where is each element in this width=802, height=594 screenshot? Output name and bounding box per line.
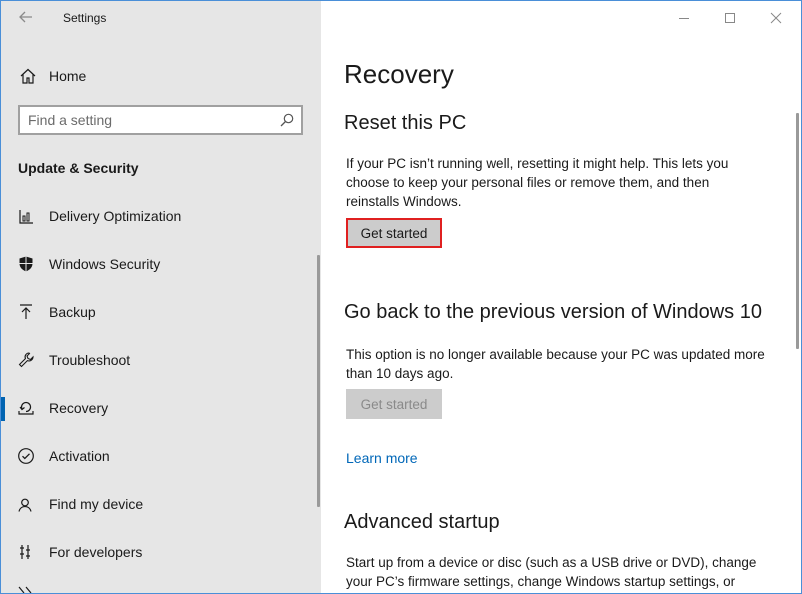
- reset-heading: Reset this PC: [344, 112, 467, 134]
- main-content: Recovery Reset this PC If your PC isn’t …: [321, 1, 801, 593]
- recovery-icon: [18, 401, 34, 415]
- reset-description-line: choose to keep your personal files or re…: [346, 175, 710, 190]
- close-button[interactable]: [753, 1, 799, 35]
- wrench-icon: [18, 352, 34, 368]
- sidebar-item-backup[interactable]: Backup: [1, 293, 321, 331]
- reset-description: If your PC isn’t running well, resetting…: [346, 154, 728, 211]
- back-button[interactable]: [15, 9, 37, 27]
- sidebar-item-for-developers[interactable]: For developers: [1, 533, 321, 571]
- sidebar-item-label: Delivery Optimization: [49, 208, 182, 224]
- selection-indicator: [1, 397, 5, 421]
- advanced-startup-heading: Advanced startup: [344, 511, 500, 533]
- sidebar-item-label: Backup: [49, 304, 96, 320]
- backup-arrow-icon: [20, 304, 32, 319]
- go-back-description: This option is no longer available becau…: [346, 345, 765, 383]
- delivery-optimization-icon: [19, 210, 33, 224]
- search-input[interactable]: [28, 111, 268, 129]
- reset-description-line: reinstalls Windows.: [346, 194, 462, 209]
- main-scrollbar[interactable]: [796, 113, 799, 349]
- sidebar-item-label: Troubleshoot: [49, 352, 131, 368]
- sidebar-item-activation[interactable]: Activation: [1, 437, 321, 475]
- sidebar-item-windows-security[interactable]: Windows Security: [1, 245, 321, 283]
- go-back-heading: Go back to the previous version of Windo…: [344, 301, 762, 323]
- minimize-icon: [679, 18, 689, 19]
- sidebar-scrollbar[interactable]: [317, 255, 320, 507]
- advanced-startup-description: Start up from a device or disc (such as …: [346, 553, 756, 591]
- window-controls: [661, 1, 801, 35]
- home-label: Home: [49, 68, 87, 84]
- title-bar: Settings: [1, 1, 321, 35]
- search-box[interactable]: [18, 105, 303, 135]
- advanced-description-line: Start up from a device or disc (such as …: [346, 555, 757, 570]
- settings-window: Settings Home Update & Security Delivery…: [0, 0, 802, 594]
- find-device-icon: [18, 498, 32, 512]
- minimize-button[interactable]: [661, 1, 707, 35]
- sidebar: Settings Home Update & Security Delivery…: [1, 1, 321, 593]
- go-back-description-line: This option is no longer available becau…: [346, 347, 765, 362]
- app-title: Settings: [63, 11, 107, 25]
- go-back-description-line: than 10 days ago.: [346, 366, 454, 381]
- page-title: Recovery: [344, 59, 454, 89]
- sidebar-item-find-my-device[interactable]: Find my device: [1, 485, 321, 523]
- sidebar-item-label: For developers: [49, 544, 143, 560]
- activation-check-icon: [18, 448, 34, 464]
- close-icon: [770, 12, 782, 24]
- shield-icon: [19, 256, 33, 272]
- advanced-description-line: your PC’s firmware settings, change Wind…: [346, 574, 736, 589]
- section-title: Update & Security: [18, 160, 139, 176]
- home-nav-item[interactable]: Home: [1, 61, 321, 91]
- learn-more-link[interactable]: Learn more: [346, 450, 418, 466]
- sidebar-item-label: Recovery: [49, 400, 109, 416]
- sidebar-item-delivery-optimization[interactable]: Delivery Optimization: [1, 197, 321, 235]
- search-icon[interactable]: [279, 112, 295, 128]
- sidebar-item-label: Windows Security: [49, 256, 161, 272]
- go-back-get-started-button: Get started: [346, 389, 442, 419]
- sidebar-item-label: Activation: [49, 448, 110, 464]
- sidebar-item-label: Find my device: [49, 496, 144, 512]
- maximize-button[interactable]: [707, 1, 753, 35]
- developer-tools-icon: [20, 545, 30, 559]
- home-icon: [20, 68, 36, 84]
- maximize-icon: [725, 13, 735, 23]
- reset-get-started-button[interactable]: Get started: [346, 218, 442, 248]
- reset-description-line: If your PC isn’t running well, resetting…: [346, 156, 729, 171]
- partially-hidden-icon: [18, 586, 32, 593]
- sidebar-item-troubleshoot[interactable]: Troubleshoot: [1, 341, 321, 379]
- back-arrow-icon: [19, 11, 32, 23]
- sidebar-item-recovery[interactable]: Recovery: [1, 389, 321, 427]
